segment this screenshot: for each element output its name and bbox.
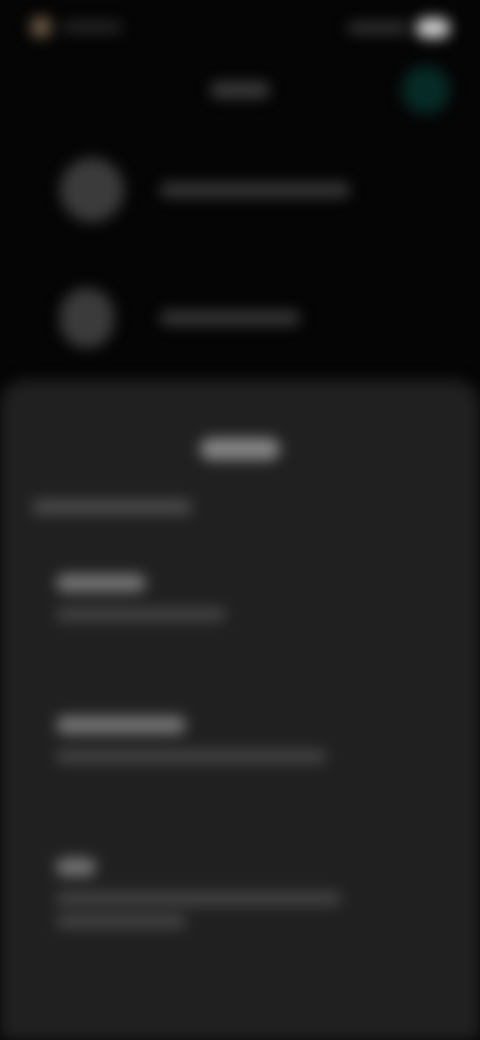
bottom-sheet [0, 380, 480, 1040]
list-item[interactable] [60, 158, 350, 222]
option-title [56, 858, 96, 876]
option-description [56, 608, 226, 621]
battery-icon [416, 18, 450, 38]
option-description-line-2 [56, 915, 186, 928]
avatar [60, 158, 124, 222]
action-button[interactable] [402, 66, 450, 114]
list-item[interactable] [60, 288, 300, 348]
option-item[interactable] [56, 858, 341, 928]
option-description [56, 750, 326, 763]
page-title [210, 82, 270, 98]
sheet-subtitle [32, 500, 192, 514]
option-title [56, 716, 186, 734]
signal-icon [348, 23, 408, 33]
screen [0, 0, 480, 1040]
option-item[interactable] [56, 716, 326, 763]
list-item-label [160, 311, 300, 325]
option-title [56, 574, 146, 592]
option-description [56, 892, 341, 905]
option-item[interactable] [56, 574, 226, 621]
avatar [60, 288, 114, 348]
sheet-title [200, 438, 280, 460]
status-left [30, 16, 122, 38]
status-time [62, 22, 122, 32]
status-app-icon [30, 16, 52, 38]
status-right [348, 18, 450, 38]
list-item-label [160, 183, 350, 197]
blurred-overlay [0, 0, 480, 1040]
